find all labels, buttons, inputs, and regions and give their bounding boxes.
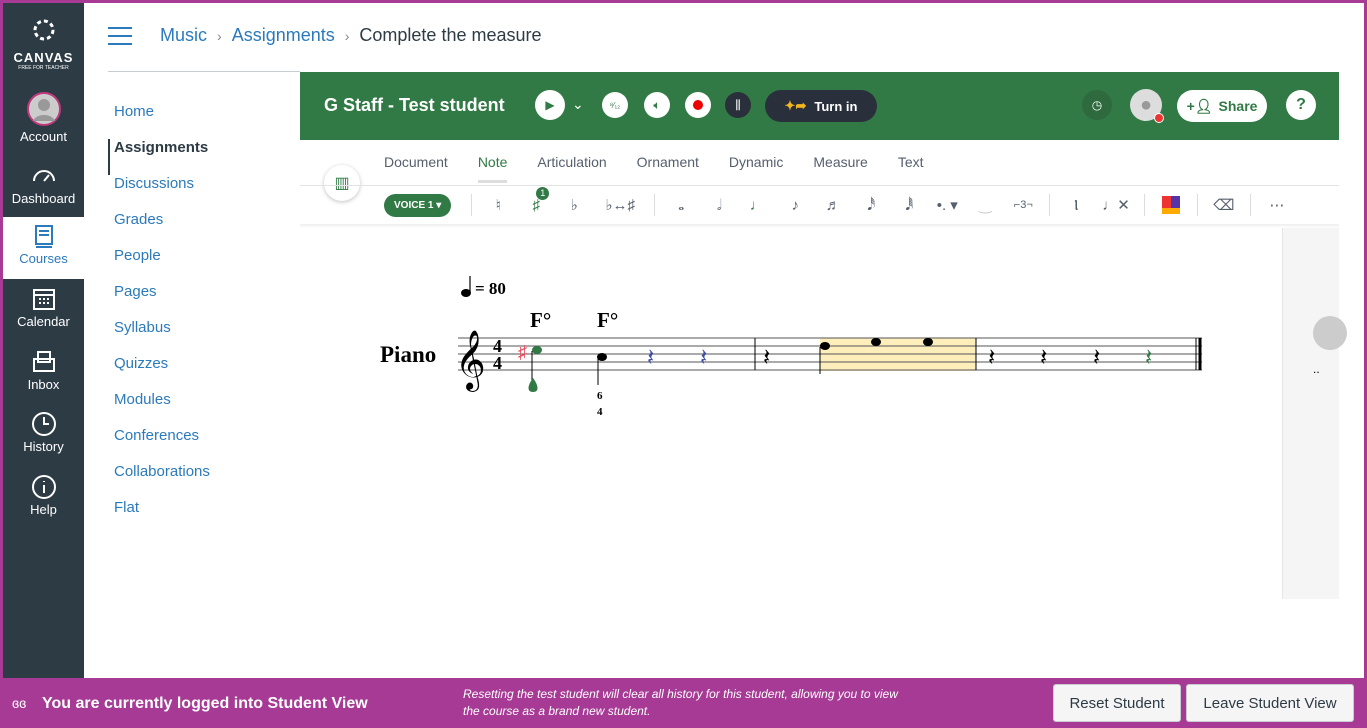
flat-editor: G Staff - Test student ▶ ⌄ ⁸⁄₁₂ 🔈︎ ⫼ ✦➦ T… (300, 72, 1347, 599)
nav-dashboard[interactable]: Dashboard (3, 163, 84, 223)
page: CANVAS FREE FOR TEACHER Account Dashboar… (3, 3, 1364, 678)
course-nav-item[interactable]: Conferences (108, 427, 210, 463)
breadcrumb-music[interactable]: Music (160, 25, 207, 46)
avatar-icon (26, 92, 61, 126)
chord-symbol: F° (597, 308, 618, 332)
glasses-icon: ɞɞ (12, 695, 27, 711)
treble-clef: 𝄞 (455, 330, 486, 392)
course-nav: Home Assignments Discussions Grades People Pa… (108, 103, 210, 535)
nav-label: Account (20, 129, 67, 144)
nav-inbox[interactable]: Inbox (3, 349, 84, 409)
inbox-icon (32, 351, 55, 372)
rest: 𝄽 (1093, 345, 1100, 371)
note[interactable] (871, 338, 881, 346)
nav-label: Calendar (17, 314, 70, 329)
courses-icon (34, 225, 53, 248)
nav-label: Courses (19, 251, 68, 266)
logo-text: CANVAS (13, 50, 74, 65)
breadcrumb: Music › Assignments › Complete the measure (108, 25, 542, 46)
divider (108, 71, 300, 72)
collaborator-avatar[interactable] (1313, 316, 1347, 350)
chevron-right-icon: › (344, 27, 350, 44)
nav-label: Dashboard (11, 191, 76, 206)
note[interactable] (923, 338, 933, 346)
nav-calendar[interactable]: Calendar (3, 286, 84, 346)
nav-label: Help (30, 502, 57, 517)
course-nav-item[interactable]: Grades (108, 211, 210, 247)
logo-subtext: FREE FOR TEACHER (18, 65, 69, 71)
course-nav-item[interactable]: Assignments (108, 139, 210, 175)
global-nav: CANVAS FREE FOR TEACHER Account Dashboar… (3, 3, 84, 678)
score-canvas[interactable]: = 80 F° F° Piano 𝄞 4 4 ♯ 6 4 𝄽 𝄽 𝄽 𝄽 𝄽 𝄽 𝄽 (300, 72, 1282, 599)
sharp-accidental: ♯ (518, 342, 527, 362)
course-nav-item[interactable]: Home (108, 103, 210, 139)
time-signature-bottom: 4 (493, 353, 502, 373)
course-nav-item[interactable]: Pages (108, 283, 210, 319)
reset-student-button[interactable]: Reset Student (1053, 684, 1181, 722)
canvas-logo-icon (33, 19, 54, 41)
breadcrumb-current: Complete the measure (359, 25, 542, 45)
collaborators-panel: .. (1282, 228, 1347, 599)
course-nav-item[interactable]: Discussions (108, 175, 210, 211)
dashboard-icon (32, 170, 55, 182)
hamburger-menu-icon[interactable] (108, 26, 132, 45)
leave-student-view-button[interactable]: Leave Student View (1186, 684, 1354, 722)
nav-help[interactable]: Help (3, 474, 84, 534)
rest: 𝄽 (700, 345, 707, 371)
help-icon: ? (1296, 96, 1306, 113)
banner-message: You are currently logged into Student Vi… (42, 695, 368, 712)
nav-history[interactable]: History (3, 411, 84, 471)
note[interactable] (528, 346, 543, 392)
instrument-name: Piano (380, 342, 436, 367)
course-nav-item[interactable]: Collaborations (108, 463, 210, 499)
figured-bass: 4 (597, 406, 603, 418)
help-icon (31, 475, 56, 499)
course-nav-item[interactable]: Syllabus (108, 319, 210, 355)
rest: 𝄽 (988, 345, 995, 371)
rest: 𝄽 (1040, 345, 1047, 371)
rest: 𝄽 (1145, 345, 1152, 371)
rest: 𝄽 (647, 345, 654, 371)
note[interactable] (597, 353, 607, 385)
figured-bass: 6 (597, 390, 603, 402)
help-button[interactable]: ? (1286, 90, 1316, 120)
course-nav-item[interactable]: People (108, 247, 210, 283)
collaborator-name: .. (1313, 362, 1320, 376)
tempo-marking: = 80 (461, 276, 506, 298)
tempo-text: = 80 (475, 279, 506, 298)
nav-label: History (23, 439, 64, 454)
course-nav-item[interactable]: Modules (108, 391, 210, 427)
course-nav-item[interactable]: Quizzes (108, 355, 210, 391)
chevron-right-icon: › (217, 27, 222, 44)
chord-symbol: F° (530, 308, 551, 332)
course-nav-item[interactable]: Flat (108, 499, 210, 535)
breadcrumb-assignments[interactable]: Assignments (232, 25, 335, 46)
history-icon (31, 412, 56, 436)
nav-account[interactable]: Account (3, 91, 84, 151)
canvas-logo[interactable]: CANVAS FREE FOR TEACHER (3, 17, 84, 71)
student-view-banner: ɞɞ You are currently logged into Student… (0, 678, 1367, 728)
calendar-icon (32, 289, 55, 310)
nav-courses[interactable]: Courses (3, 217, 84, 279)
rest: 𝄽 (763, 345, 770, 371)
banner-info: Resetting the test student will clear al… (463, 687, 898, 718)
nav-label: Inbox (27, 377, 60, 392)
